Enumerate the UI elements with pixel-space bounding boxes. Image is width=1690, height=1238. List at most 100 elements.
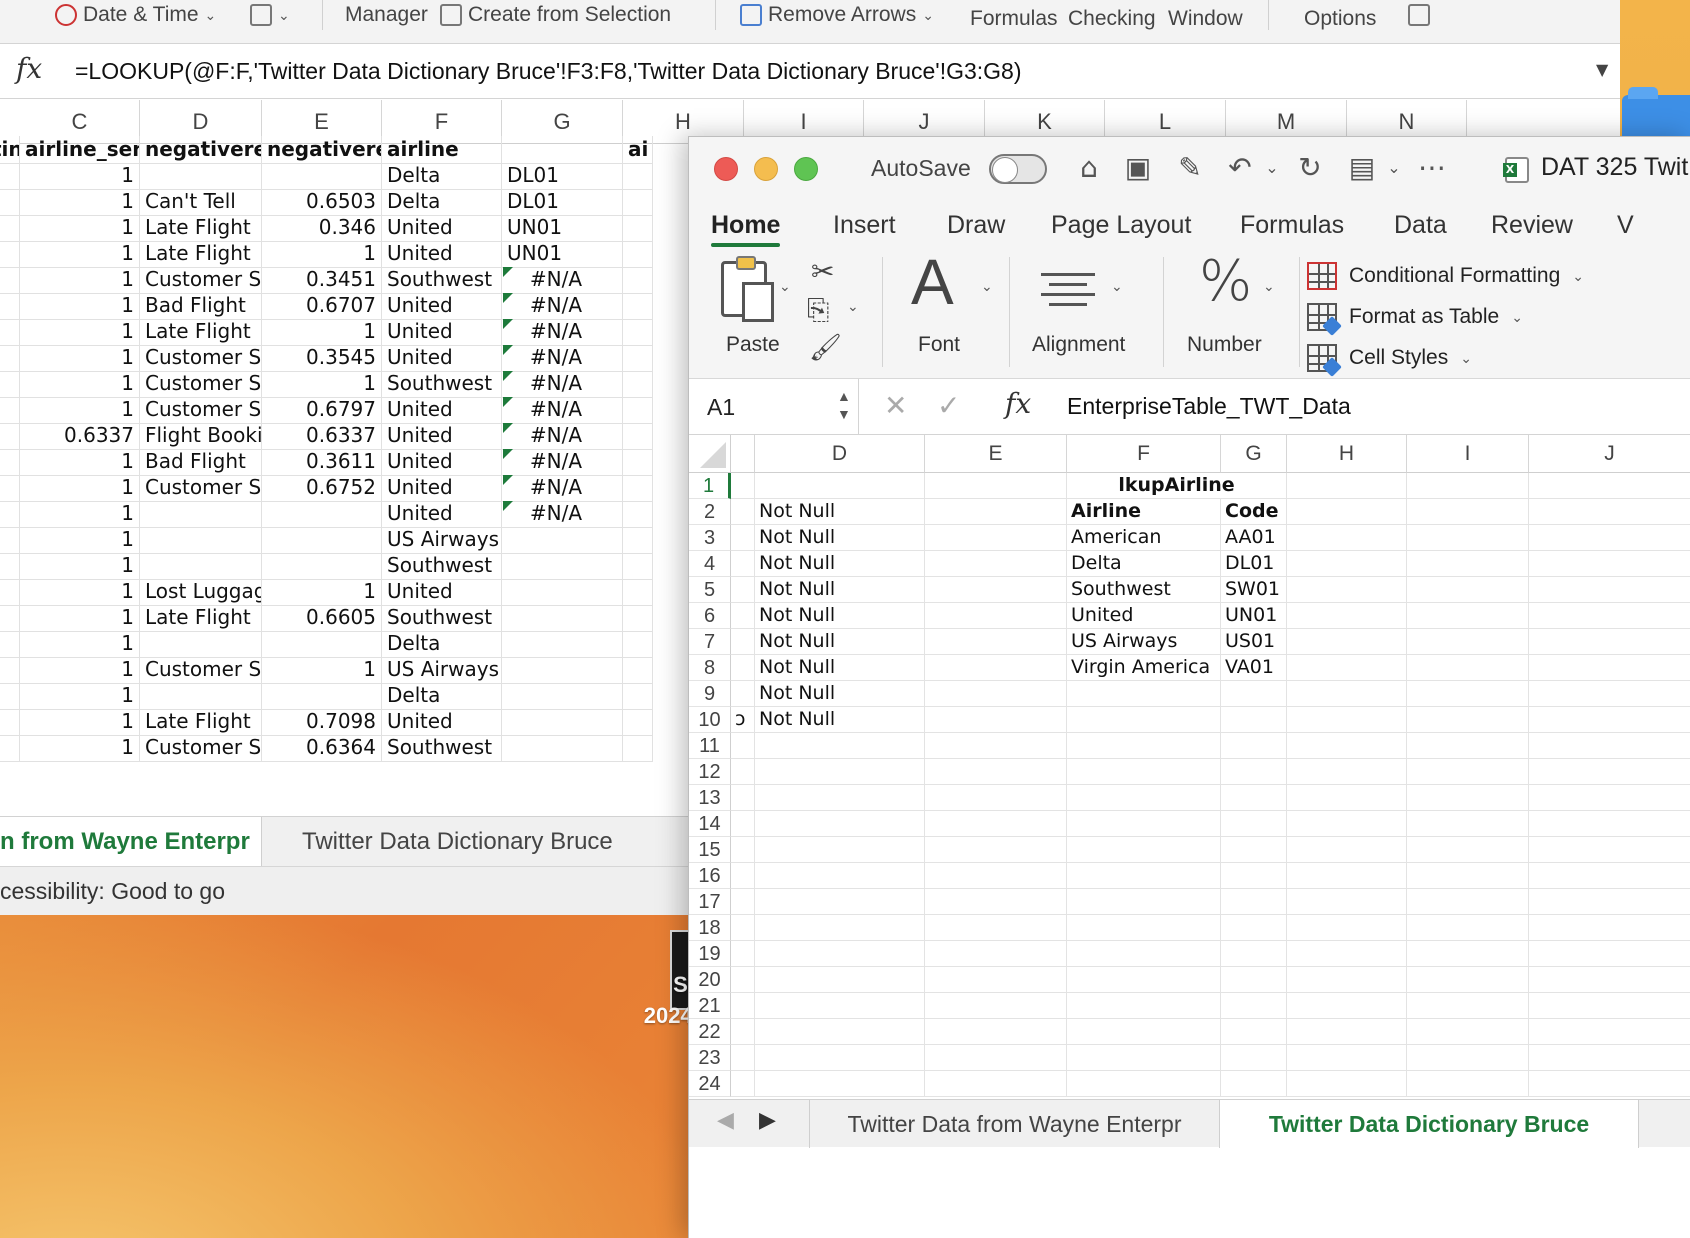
table-cell[interactable]: Late Flight <box>140 318 262 346</box>
table-cell[interactable] <box>925 629 1067 655</box>
table-cell[interactable]: 0.6337 <box>20 422 140 450</box>
table-cell[interactable]: Flight Booking <box>140 422 262 450</box>
select-all-corner[interactable] <box>689 435 731 473</box>
table-cell[interactable] <box>731 1045 755 1071</box>
table-cell[interactable] <box>1407 941 1529 967</box>
more-options-icon[interactable]: ⋯ <box>1415 151 1449 185</box>
table-cell[interactable]: Customer Serv <box>140 734 262 762</box>
table-cell[interactable] <box>0 162 20 190</box>
table-cell[interactable] <box>1287 577 1407 603</box>
table-cell[interactable] <box>502 734 623 762</box>
header-cell[interactable]: airline <box>382 136 502 164</box>
table-cell[interactable]: 0.3451 <box>262 266 382 294</box>
table-cell[interactable]: Southwest <box>382 734 502 762</box>
table-cell[interactable] <box>925 811 1067 837</box>
tab-formulas[interactable]: Formulas <box>1240 201 1344 249</box>
table-cell[interactable] <box>502 682 623 710</box>
table-cell[interactable] <box>623 682 653 710</box>
table-cell[interactable] <box>1221 993 1287 1019</box>
column-header-i[interactable]: I <box>1407 435 1529 473</box>
table-cell[interactable] <box>1221 1045 1287 1071</box>
table-cell[interactable] <box>623 656 653 684</box>
table-cell[interactable]: United <box>382 422 502 450</box>
table-cell[interactable] <box>1067 837 1221 863</box>
table-cell[interactable]: 1 <box>20 552 140 580</box>
table-cell[interactable]: AA01 <box>1221 525 1287 551</box>
table-cell[interactable]: SW01 <box>1221 577 1287 603</box>
table-cell[interactable]: 0.6364 <box>262 734 382 762</box>
table-cell[interactable]: 1 <box>20 188 140 216</box>
table-cell[interactable] <box>0 526 20 554</box>
table-cell[interactable]: United <box>1067 603 1221 629</box>
row-header-18[interactable]: 18 <box>689 915 731 941</box>
table-cell[interactable]: US Airways <box>1067 629 1221 655</box>
table-cell[interactable] <box>1407 603 1529 629</box>
table-cell[interactable] <box>1287 707 1407 733</box>
table-cell[interactable]: 1 <box>262 318 382 346</box>
next-sheet-icon[interactable]: ▶ <box>759 1108 776 1133</box>
table-cell[interactable] <box>1529 499 1690 525</box>
table-cell[interactable] <box>1407 915 1529 941</box>
table-cell[interactable] <box>0 578 20 606</box>
chevron-down-icon[interactable]: ⌄ <box>847 299 859 315</box>
table-cell[interactable] <box>1221 837 1287 863</box>
table-cell[interactable] <box>1287 941 1407 967</box>
table-cell[interactable] <box>925 707 1067 733</box>
table-cell[interactable] <box>262 162 382 190</box>
options-icon[interactable] <box>1408 0 1430 30</box>
table-cell[interactable]: DL01 <box>502 162 623 190</box>
table-cell[interactable] <box>731 577 755 603</box>
table-cell[interactable] <box>755 1071 925 1097</box>
table-cell[interactable]: 1 <box>20 474 140 502</box>
table-cell[interactable]: 1 <box>20 526 140 554</box>
table-cell[interactable]: Customer Serv <box>140 344 262 372</box>
copy-icon[interactable]: ⎘ <box>807 293 829 327</box>
table-cell[interactable]: United <box>382 448 502 476</box>
table-cell[interactable] <box>925 499 1067 525</box>
table-cell[interactable] <box>1529 889 1690 915</box>
table-cell[interactable]: US01 <box>1221 629 1287 655</box>
chevron-down-icon[interactable]: ⌄ <box>779 279 791 295</box>
date-time-button[interactable]: Date & Time ⌄ <box>55 0 216 30</box>
create-from-selection-button[interactable]: Create from Selection <box>440 0 671 30</box>
table-cell[interactable]: UN01 <box>502 240 623 268</box>
table-cell[interactable]: 0.346 <box>262 214 382 242</box>
table-cell[interactable] <box>140 682 262 710</box>
table-cell[interactable] <box>1407 1045 1529 1071</box>
table-cell[interactable]: 1 <box>20 292 140 320</box>
table-cell[interactable] <box>1407 993 1529 1019</box>
table-cell[interactable] <box>925 655 1067 681</box>
row-header-4[interactable]: 4 <box>689 551 731 577</box>
table-cell[interactable] <box>1067 915 1221 941</box>
table-cell[interactable]: Can't Tell <box>140 188 262 216</box>
table-cell[interactable] <box>925 1071 1067 1097</box>
table-cell[interactable]: 1 <box>20 578 140 606</box>
table-cell[interactable]: 1 <box>20 162 140 190</box>
table-cell[interactable] <box>755 915 925 941</box>
formula-input[interactable]: EnterpriseTable_TWT_Data <box>1067 393 1351 420</box>
tab-review[interactable]: Review <box>1491 201 1573 249</box>
table-cell[interactable]: #N/A <box>502 422 623 450</box>
number-group[interactable]: % ⌄ Number <box>1169 249 1299 379</box>
table-cell[interactable] <box>1067 1071 1221 1097</box>
row-header-16[interactable]: 16 <box>689 863 731 889</box>
table-cell[interactable] <box>623 188 653 216</box>
table-cell[interactable] <box>1067 1019 1221 1045</box>
table-cell[interactable] <box>925 577 1067 603</box>
table-cell[interactable] <box>1529 655 1690 681</box>
table-cell[interactable]: Lost Luggage <box>140 578 262 606</box>
table-cell[interactable] <box>731 785 755 811</box>
table-cell[interactable] <box>623 292 653 320</box>
table-cell[interactable] <box>755 785 925 811</box>
table-cell[interactable] <box>755 733 925 759</box>
table-cell[interactable]: Delta <box>382 682 502 710</box>
tab-draw[interactable]: Draw <box>947 201 1005 249</box>
table-cell[interactable]: 1 <box>262 656 382 684</box>
table-cell[interactable]: 1 <box>20 214 140 242</box>
table-cell[interactable]: 1 <box>20 396 140 424</box>
tab-data[interactable]: Data <box>1394 201 1447 249</box>
row-header-5[interactable]: 5 <box>689 577 731 603</box>
column-header-h[interactable]: H <box>1287 435 1407 473</box>
table-cell[interactable]: Southwest <box>382 370 502 398</box>
table-cell[interactable]: United <box>382 344 502 372</box>
